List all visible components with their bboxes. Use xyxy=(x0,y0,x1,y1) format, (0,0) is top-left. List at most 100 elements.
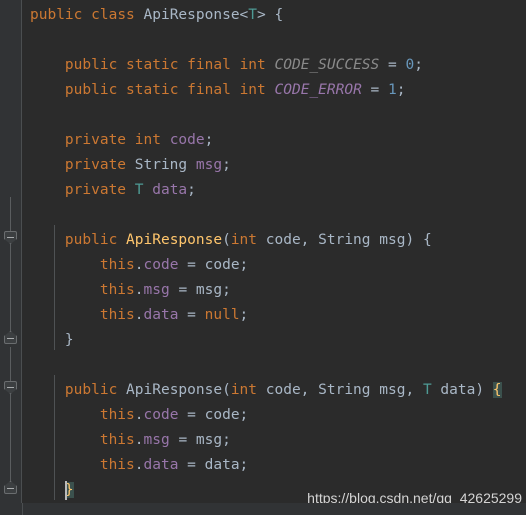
keyword-public: public xyxy=(30,7,83,23)
minus-icon xyxy=(7,387,14,388)
constant-code-error: CODE_ERROR xyxy=(274,82,362,98)
keyword-final: final xyxy=(187,57,231,73)
paren-close: ) xyxy=(405,232,415,248)
paren-open: ( xyxy=(222,382,231,398)
keyword-private: private xyxy=(64,157,127,173)
code-line-18[interactable]: this.msg = msg; xyxy=(30,428,231,453)
code-line-6[interactable]: private int code; xyxy=(30,128,213,153)
fold-connector-line xyxy=(10,347,11,385)
keyword-public: public xyxy=(64,82,118,98)
brace-open: { xyxy=(422,232,432,248)
paren-open: ( xyxy=(222,232,231,248)
code-line-8[interactable]: private T data; xyxy=(30,178,196,203)
assign-operator: = xyxy=(187,307,196,323)
fold-marker-collapse-constructor-2[interactable] xyxy=(4,381,17,394)
type-parameter-t: T xyxy=(134,182,144,198)
brace-open-highlighted: { xyxy=(492,382,502,398)
keyword-this: this xyxy=(99,307,135,323)
keyword-this: this xyxy=(99,432,135,448)
dot: . xyxy=(134,457,144,473)
code-content[interactable]: public class ApiResponse<T> { public sta… xyxy=(22,0,526,515)
brace-close: } xyxy=(64,332,74,348)
code-editor[interactable]: public class ApiResponse<T> { public sta… xyxy=(0,0,526,515)
assign-operator: = xyxy=(388,57,397,73)
param-msg: msg xyxy=(379,232,406,248)
code-line-10[interactable]: public ApiResponse(int code, String msg)… xyxy=(30,228,432,253)
dot: . xyxy=(134,282,144,298)
fold-marker-end-constructor-1[interactable] xyxy=(4,331,17,344)
constructor-name-1: ApiResponse xyxy=(126,232,223,248)
assign-operator: = xyxy=(178,282,188,298)
code-line-19[interactable]: this.data = data; xyxy=(30,453,248,478)
semicolon: ; xyxy=(239,457,249,473)
param-data: data xyxy=(440,382,476,398)
number-one: 1 xyxy=(388,82,397,98)
code-line-7[interactable]: private String msg; xyxy=(30,153,231,178)
code-line-13[interactable]: this.data = null; xyxy=(30,303,248,328)
fold-marker-end-constructor-2[interactable] xyxy=(4,481,17,494)
fold-marker-collapse-constructor-1[interactable] xyxy=(4,231,17,244)
code-line-16[interactable]: public ApiResponse(int code, String msg,… xyxy=(30,378,502,403)
semicolon: ; xyxy=(239,257,249,273)
assign-operator: = xyxy=(187,257,196,273)
editor-gutter[interactable] xyxy=(0,0,21,515)
semicolon: ; xyxy=(222,432,231,448)
param-code: code xyxy=(204,257,240,273)
code-line-14[interactable]: } xyxy=(30,328,74,353)
dot: . xyxy=(134,307,144,323)
keyword-this: this xyxy=(99,257,135,273)
keyword-class: class xyxy=(91,7,135,23)
brace-open: { xyxy=(274,7,284,23)
assign-operator: = xyxy=(370,82,380,98)
angle-close: > xyxy=(257,7,266,23)
field-data: data xyxy=(152,182,188,198)
minus-icon xyxy=(7,338,14,339)
comma: , xyxy=(405,382,415,398)
code-line-1[interactable]: public class ApiResponse<T> { xyxy=(30,3,283,28)
param-code: code xyxy=(265,232,301,248)
field-data: data xyxy=(143,457,179,473)
code-line-17[interactable]: this.code = code; xyxy=(30,403,248,428)
constant-code-success: CODE_SUCCESS xyxy=(274,57,380,73)
code-line-11[interactable]: this.code = code; xyxy=(30,253,248,278)
param-code: code xyxy=(265,382,301,398)
type-string: String xyxy=(318,232,371,248)
editor-bottom-strip xyxy=(0,503,526,515)
dot: . xyxy=(134,257,144,273)
type-parameter: T xyxy=(248,7,258,23)
type-parameter-t: T xyxy=(422,382,432,398)
code-line-3[interactable]: public static final int CODE_SUCCESS = 0… xyxy=(30,53,423,78)
text-caret xyxy=(65,481,67,500)
fold-connector-line xyxy=(10,394,11,488)
keyword-this: this xyxy=(99,282,135,298)
semicolon: ; xyxy=(414,57,423,73)
code-line-20[interactable]: } xyxy=(30,478,74,503)
dot: . xyxy=(134,407,144,423)
semicolon: ; xyxy=(204,132,214,148)
field-data: data xyxy=(143,307,179,323)
code-line-4[interactable]: public static final int CODE_ERROR = 1; xyxy=(30,78,406,103)
field-msg: msg xyxy=(143,282,170,298)
code-line-12[interactable]: this.msg = msg; xyxy=(30,278,231,303)
